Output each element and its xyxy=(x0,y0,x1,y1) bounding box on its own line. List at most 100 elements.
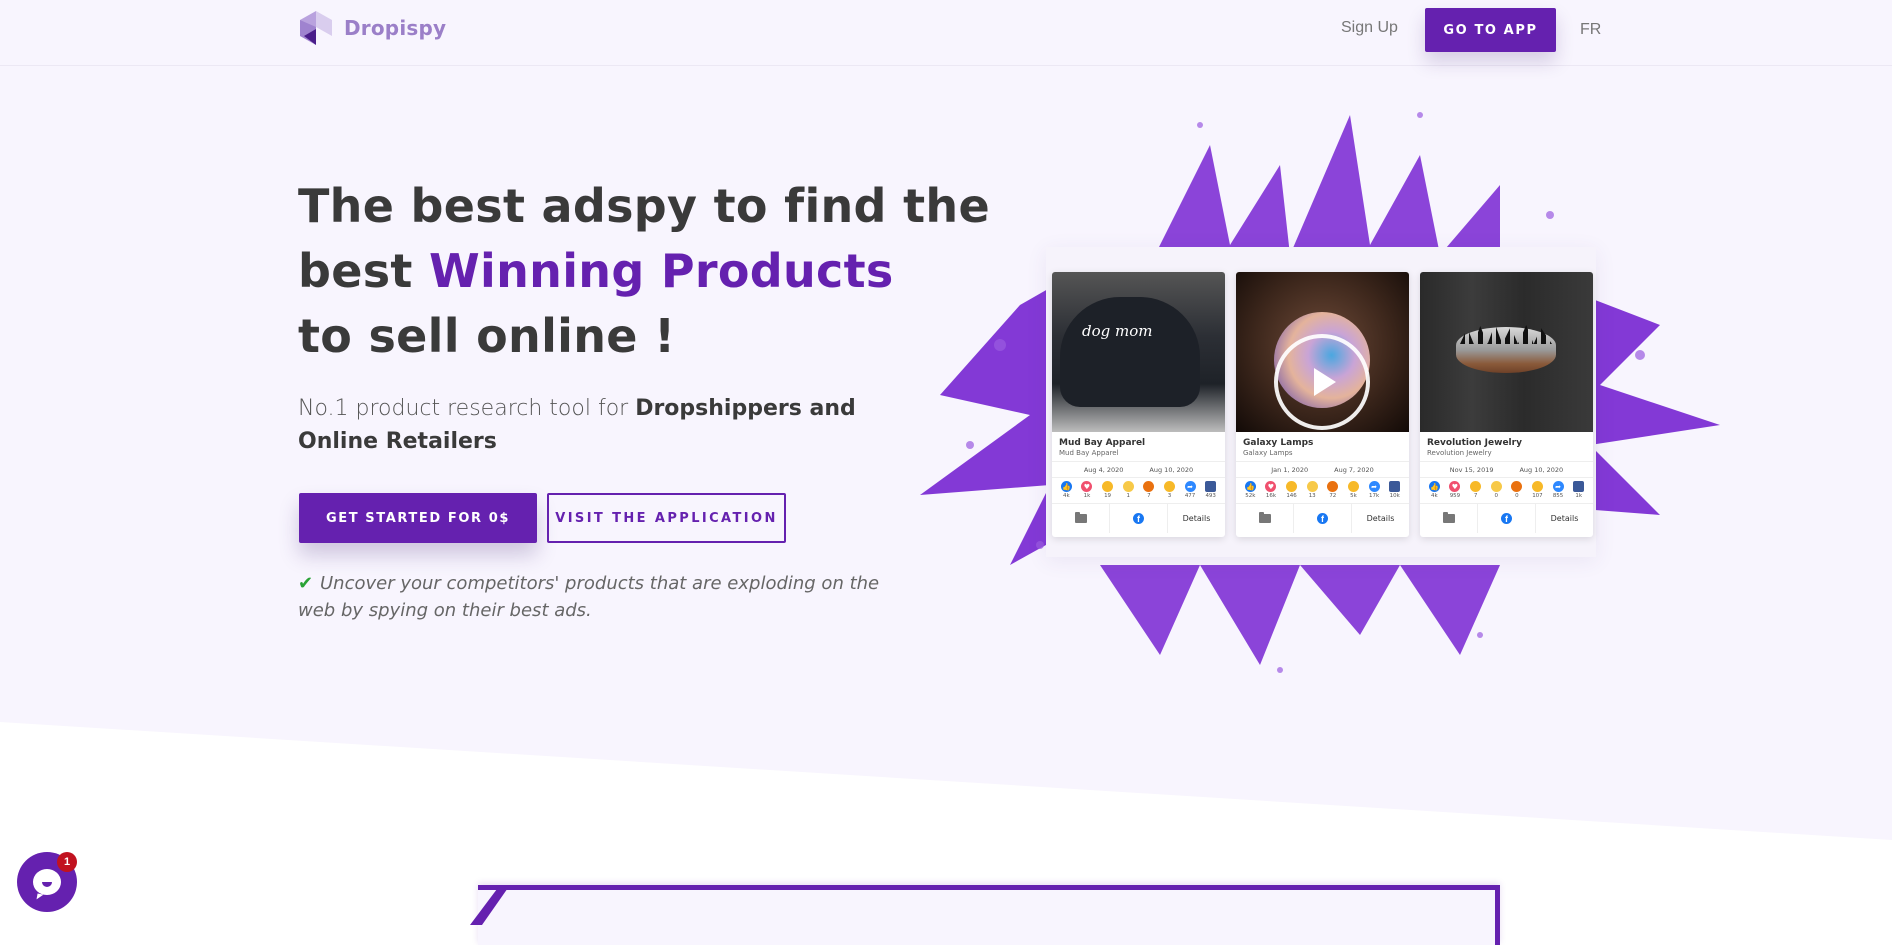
ad-dates: Aug 4, 2020 Aug 10, 2020 xyxy=(1052,462,1225,478)
share-icon: ➦ xyxy=(1184,481,1196,492)
reaction-love: ♥ 16k xyxy=(1262,481,1280,499)
reaction-love: ♥ 959 xyxy=(1446,481,1464,499)
get-started-button[interactable]: GET STARTED FOR 0$ xyxy=(299,493,537,543)
ad-image[interactable] xyxy=(1420,272,1593,432)
comment-count: 493 xyxy=(1205,493,1216,499)
haha-icon xyxy=(1102,481,1114,492)
angry-icon xyxy=(1511,481,1523,492)
details-button[interactable]: Details xyxy=(1168,504,1225,533)
like-icon: 👍 xyxy=(1060,481,1072,492)
save-folder-button[interactable] xyxy=(1236,504,1294,533)
haha-count: 146 xyxy=(1286,493,1297,499)
tagline-text: Uncover your competitors' products that … xyxy=(298,573,880,621)
ad-card[interactable]: dog mom Mud Bay Apparel Mud Bay Apparel … xyxy=(1052,272,1225,537)
chat-unread-badge: 1 xyxy=(57,852,77,872)
folder-icon xyxy=(1258,512,1271,523)
like-icon: 👍 xyxy=(1428,481,1440,492)
reaction-sad: 0 xyxy=(1487,481,1505,499)
haha-icon xyxy=(1470,481,1482,492)
visit-application-button[interactable]: VISIT THE APPLICATION xyxy=(547,493,786,543)
brand-name: Dropispy xyxy=(344,16,447,40)
ad-image[interactable] xyxy=(1236,272,1409,432)
love-count: 959 xyxy=(1449,493,1461,499)
reaction-angry: 0 xyxy=(1508,481,1526,499)
save-folder-button[interactable] xyxy=(1052,504,1110,533)
ad-subtitle: Revolution Jewelry xyxy=(1420,448,1593,462)
like-count: 4k xyxy=(1062,493,1070,499)
play-video-icon[interactable] xyxy=(1274,334,1370,430)
reaction-angry: 7 xyxy=(1140,481,1158,499)
ad-title: Galaxy Lamps xyxy=(1243,438,1314,448)
angry-icon xyxy=(1327,481,1339,492)
sad-count: 1 xyxy=(1126,493,1130,499)
wow-count: 107 xyxy=(1532,493,1543,499)
ad-subtitle: Mud Bay Apparel xyxy=(1052,448,1225,462)
angry-count: 72 xyxy=(1329,493,1337,499)
next-section-frame xyxy=(478,885,1500,945)
date-end: Aug 10, 2020 xyxy=(1519,466,1564,474)
facebook-icon: f xyxy=(1501,513,1512,524)
like-count: 52k xyxy=(1245,493,1256,499)
facebook-link-button[interactable]: f xyxy=(1294,504,1352,533)
facebook-link-button[interactable]: f xyxy=(1110,504,1168,533)
details-button[interactable]: Details xyxy=(1352,504,1409,533)
date-end: Aug 7, 2020 xyxy=(1334,466,1374,474)
sad-count: 0 xyxy=(1494,493,1498,499)
reaction-comment: 1k xyxy=(1570,481,1588,499)
ad-actions: f Details xyxy=(1052,503,1225,533)
share-icon: ➦ xyxy=(1368,481,1380,492)
reaction-stats: 👍 4k ♥ 959 7 0 0 107 ➦ 855 1k xyxy=(1420,478,1593,501)
sad-icon xyxy=(1306,481,1318,492)
share-count: 17k xyxy=(1368,493,1380,499)
save-folder-button[interactable] xyxy=(1420,504,1478,533)
ad-actions: f Details xyxy=(1236,503,1409,533)
love-icon: ♥ xyxy=(1449,481,1461,492)
signup-link[interactable]: Sign Up xyxy=(1341,19,1398,37)
ad-card[interactable]: Revolution Jewelry Revolution Jewelry No… xyxy=(1420,272,1593,537)
reaction-comment: 10k xyxy=(1386,481,1404,499)
facebook-link-button[interactable]: f xyxy=(1478,504,1536,533)
cube-logo-icon xyxy=(300,11,332,45)
share-count: 477 xyxy=(1184,493,1196,499)
facebook-icon: f xyxy=(1133,513,1144,524)
folder-icon xyxy=(1442,512,1455,523)
reaction-love: ♥ 1k xyxy=(1078,481,1096,499)
reaction-sad: 1 xyxy=(1119,481,1137,499)
ad-dates: Jan 1, 2020 Aug 7, 2020 xyxy=(1236,462,1409,478)
wow-count: 5k xyxy=(1350,493,1357,499)
like-count: 4k xyxy=(1430,493,1438,499)
comment-icon xyxy=(1389,481,1401,492)
share-count: 855 xyxy=(1552,493,1564,499)
chat-icon xyxy=(33,869,61,895)
cap-embroidery: dog mom xyxy=(1082,322,1153,340)
love-count: 16k xyxy=(1265,493,1277,499)
ad-subtitle: Galaxy Lamps xyxy=(1236,448,1409,462)
reaction-angry: 72 xyxy=(1324,481,1342,499)
reaction-like: 👍 4k xyxy=(1057,481,1075,499)
wow-icon xyxy=(1531,481,1543,492)
hero-subtitle-plain: No.1 product research tool for xyxy=(298,396,636,421)
ad-card[interactable]: Galaxy Lamps Galaxy Lamps Jan 1, 2020 Aug… xyxy=(1236,272,1409,537)
details-button[interactable]: Details xyxy=(1536,504,1593,533)
wow-icon xyxy=(1347,481,1359,492)
brand-logo[interactable]: Dropispy xyxy=(298,9,446,47)
reaction-comment: 493 xyxy=(1202,481,1220,499)
language-switch[interactable]: FR xyxy=(1580,21,1601,39)
frame-slant-edge xyxy=(470,885,510,925)
hero-title-accent: Winning Products xyxy=(429,244,894,298)
reaction-like: 👍 4k xyxy=(1425,481,1443,499)
ad-image[interactable]: dog mom xyxy=(1052,272,1225,432)
comment-icon xyxy=(1205,481,1217,492)
top-navbar: Dropispy Sign Up GO TO APP FR xyxy=(0,0,1892,66)
comment-count: 10k xyxy=(1389,493,1400,499)
angry-count: 0 xyxy=(1515,493,1519,499)
comment-count: 1k xyxy=(1575,493,1583,499)
date-start: Nov 15, 2019 xyxy=(1449,466,1494,474)
facebook-icon: f xyxy=(1317,513,1328,524)
go-to-app-button[interactable]: GO TO APP xyxy=(1425,8,1556,52)
ad-title: Revolution Jewelry xyxy=(1427,438,1522,448)
reaction-wow: 3 xyxy=(1160,481,1178,499)
love-icon: ♥ xyxy=(1081,481,1093,492)
sad-icon xyxy=(1122,481,1134,492)
ad-actions: f Details xyxy=(1420,503,1593,533)
